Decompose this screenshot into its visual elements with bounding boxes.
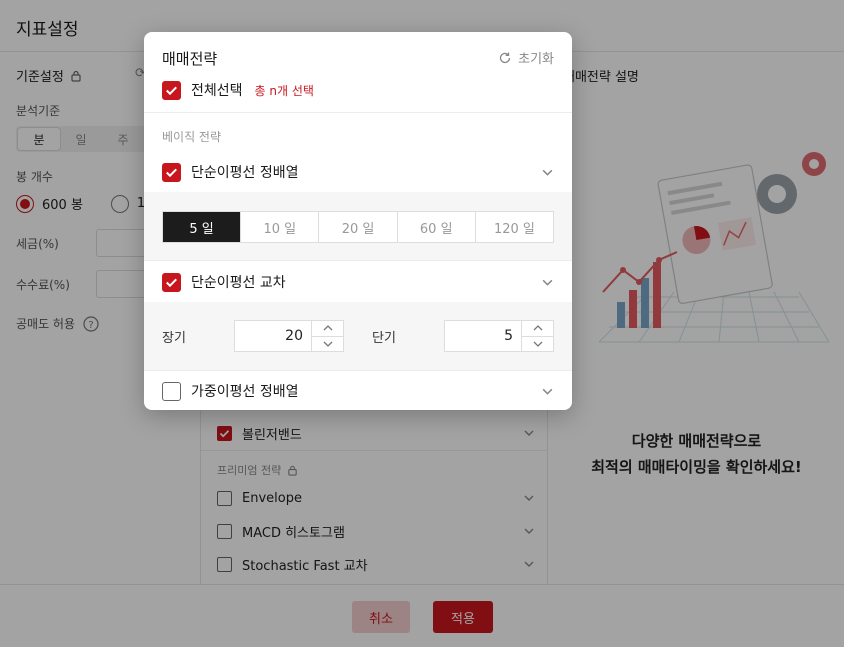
strategy-sma-alignment[interactable]: 단순이평선 정배열 xyxy=(162,157,554,187)
strategy-sma-cross[interactable]: 단순이평선 교차 xyxy=(162,267,554,297)
divider xyxy=(144,112,572,113)
chevron-down-icon[interactable] xyxy=(312,337,343,352)
sma-cross-label: 단순이평선 교차 xyxy=(191,275,286,291)
short-label: 단기 xyxy=(372,331,396,346)
divider xyxy=(144,260,572,261)
select-all-checkbox[interactable] xyxy=(162,80,181,100)
chevron-down-icon[interactable] xyxy=(522,337,553,352)
long-label: 장기 xyxy=(162,331,186,346)
reset-label: 초기화 xyxy=(518,52,554,67)
popover-title: 매매전략 xyxy=(162,50,218,68)
chevron-down-icon[interactable] xyxy=(541,276,554,289)
wma-alignment-label: 가중이평선 정배열 xyxy=(191,384,299,400)
strategy-wma-alignment[interactable]: 가중이평선 정배열 xyxy=(162,376,554,406)
chevron-up-icon[interactable] xyxy=(522,321,553,337)
short-stepper[interactable]: 5 xyxy=(444,320,554,352)
long-stepper-arrows xyxy=(311,321,343,351)
refresh-icon xyxy=(499,52,511,63)
checkbox-wma-alignment[interactable] xyxy=(162,381,181,401)
period-10-days[interactable]: 10 일 xyxy=(241,212,320,242)
period-60-days[interactable]: 60 일 xyxy=(398,212,476,242)
period-5-days[interactable]: 5 일 xyxy=(163,212,242,242)
divider xyxy=(144,370,572,371)
check-icon xyxy=(166,168,177,177)
sma-alignment-label: 단순이평선 정배열 xyxy=(191,165,299,181)
chevron-down-icon[interactable] xyxy=(541,385,554,398)
long-stepper[interactable]: 20 xyxy=(234,320,344,352)
checkbox-sma-cross[interactable] xyxy=(162,272,181,292)
chevron-up-icon[interactable] xyxy=(312,321,343,337)
select-all-row[interactable]: 전체선택 총 n개 선택 xyxy=(162,80,314,100)
chevron-down-icon[interactable] xyxy=(541,166,554,179)
basic-section-title: 베이직 전략 xyxy=(162,130,222,144)
short-stepper-arrows xyxy=(521,321,553,351)
checkbox-sma-alignment[interactable] xyxy=(162,162,181,182)
check-icon xyxy=(166,86,177,95)
long-value[interactable]: 20 xyxy=(235,321,311,351)
short-value[interactable]: 5 xyxy=(445,321,521,351)
reset-button[interactable]: 초기화 xyxy=(498,48,554,67)
select-all-label: 전체선택 xyxy=(191,83,243,99)
strategy-popover: 매매전략 초기화 전체선택 총 n개 선택 베이직 전략 단순이평선 정배열 5… xyxy=(144,32,572,410)
check-icon xyxy=(166,278,177,287)
selected-count: 총 n개 선택 xyxy=(254,83,314,98)
period-segment: 5 일 10 일 20 일 60 일 120 일 xyxy=(162,211,554,243)
period-120-days[interactable]: 120 일 xyxy=(476,212,553,242)
period-20-days[interactable]: 20 일 xyxy=(319,212,398,242)
